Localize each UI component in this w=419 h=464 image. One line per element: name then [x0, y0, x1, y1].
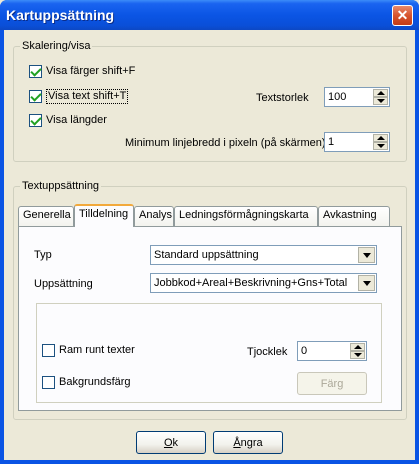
text-setup-group-legend: Textuppsättning: [20, 180, 102, 193]
dialog-client-area: Skalering/visa Visa färger shift+F Visa …: [4, 30, 415, 460]
spin-down-icon[interactable]: [373, 97, 388, 105]
setup-select-value: Jobbkod+Areal+Beskrivning+Gns+Total: [154, 277, 348, 289]
color-button[interactable]: Färg: [297, 372, 367, 395]
scaling-groupbox: Skalering/visa Visa färger shift+F Visa …: [13, 40, 407, 162]
background-color-check-box[interactable]: [42, 376, 55, 389]
thickness-value[interactable]: 0: [301, 345, 307, 358]
setup-select[interactable]: Jobbkod+Areal+Beskrivning+Gns+Total: [150, 273, 377, 293]
text-size-label: Textstorlek: [256, 92, 309, 104]
window-title: Kartuppsättning: [6, 7, 115, 23]
show-colors-checkbox[interactable]: Visa färger shift+F: [29, 65, 135, 78]
ok-button[interactable]: Ok: [136, 431, 206, 454]
tilldelning-tab-panel: Typ Standard uppsättning Uppsättning Job…: [18, 226, 402, 411]
show-lengths-check-box[interactable]: [29, 114, 42, 127]
spin-down-icon[interactable]: [350, 351, 365, 359]
spin-up-icon[interactable]: [373, 89, 388, 97]
ok-button-label: Ok: [164, 437, 178, 449]
min-line-width-value[interactable]: 1: [328, 136, 334, 149]
min-line-width-stepper[interactable]: 1: [324, 132, 390, 152]
title-bar[interactable]: Kartuppsättning ✕: [0, 0, 419, 30]
setup-label: Uppsättning: [34, 278, 93, 290]
tab-generella[interactable]: Generella: [18, 206, 74, 226]
cancel-button-label: Ångra: [233, 437, 262, 449]
show-lengths-label: Visa längder: [46, 114, 107, 126]
show-lengths-checkbox[interactable]: Visa längder: [29, 114, 107, 127]
type-select[interactable]: Standard uppsättning: [150, 245, 377, 265]
chevron-down-icon[interactable]: [358, 275, 375, 291]
color-button-label: Färg: [320, 377, 344, 390]
tab-ledningsformagningskarta[interactable]: Ledningsförmågningskarta: [174, 206, 318, 226]
close-icon: ✕: [396, 7, 409, 23]
type-label: Typ: [34, 249, 52, 261]
type-select-value: Standard uppsättning: [154, 249, 259, 261]
cancel-accelerator: Å: [233, 436, 241, 449]
tab-avkastning[interactable]: Avkastning: [318, 206, 390, 226]
spin-up-icon[interactable]: [373, 134, 388, 142]
thickness-stepper[interactable]: 0: [297, 341, 367, 361]
frame-text-checkbox[interactable]: Ram runt texter: [42, 344, 135, 357]
dialog-window: Kartuppsättning ✕ Skalering/visa Visa fä…: [0, 0, 419, 464]
show-text-checkbox[interactable]: Visa text shift+T: [29, 89, 129, 104]
cancel-rest: ngra: [240, 436, 263, 449]
chevron-down-icon[interactable]: [358, 247, 375, 263]
text-size-stepper[interactable]: 100: [324, 87, 390, 107]
show-text-label: Visa text shift+T: [46, 89, 129, 104]
cancel-button[interactable]: Ångra: [213, 431, 283, 454]
tab-analys[interactable]: Analys: [134, 206, 174, 226]
frame-text-label: Ram runt texter: [59, 344, 135, 356]
show-colors-label: Visa färger shift+F: [46, 65, 136, 77]
background-color-label: Bakgrundsfärg: [59, 376, 131, 388]
text-size-value[interactable]: 100: [328, 91, 346, 104]
thickness-label: Tjocklek: [247, 346, 288, 358]
min-line-width-label: Minimum linjebredd i pixeln (på skärmen): [125, 137, 326, 149]
text-style-frame: Ram runt texter Tjocklek 0 Bakgrundsfärg…: [36, 303, 382, 403]
spin-up-icon[interactable]: [350, 343, 365, 351]
ok-accelerator: O: [163, 436, 173, 449]
show-colors-check-box[interactable]: [29, 65, 42, 78]
close-button[interactable]: ✕: [392, 5, 413, 26]
background-color-checkbox[interactable]: Bakgrundsfärg: [42, 376, 131, 389]
frame-text-check-box[interactable]: [42, 344, 55, 357]
scaling-group-legend: Skalering/visa: [20, 40, 93, 53]
show-text-check-box[interactable]: [29, 90, 42, 103]
ok-rest: k: [172, 436, 179, 449]
spin-down-icon[interactable]: [373, 142, 388, 150]
tab-tilldelning[interactable]: Tilldelning: [74, 204, 134, 227]
